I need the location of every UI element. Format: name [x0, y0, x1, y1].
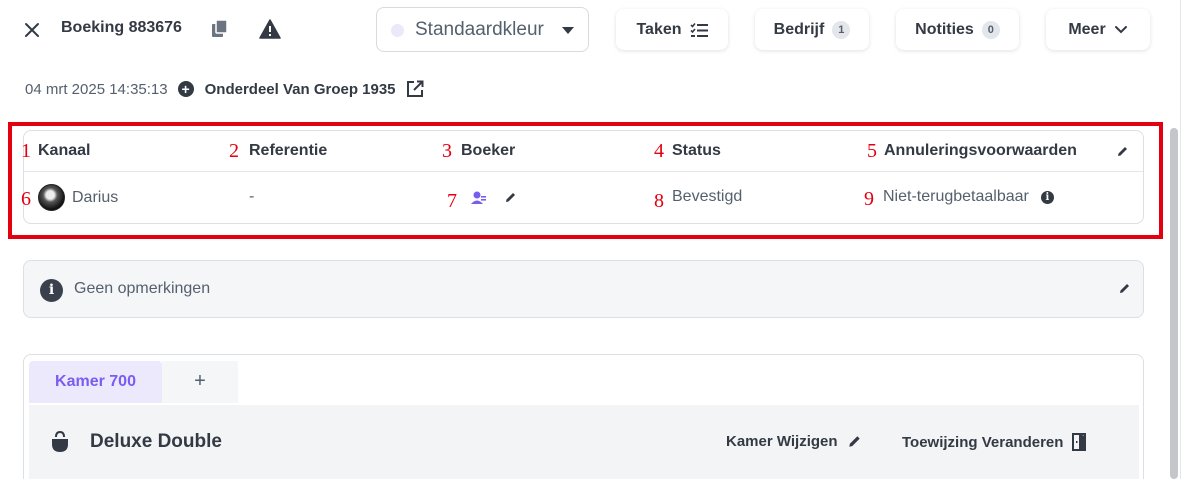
chevron-down-icon [1114, 25, 1127, 33]
change-assignment-button[interactable]: Toewijzing Veranderen [902, 433, 1087, 451]
pencil-icon[interactable] [1116, 145, 1129, 158]
booking-subheader: 04 mrt 2025 14:35:13 + Onderdeel Van Gro… [25, 80, 424, 98]
column-header-kanaal: Kanaal [38, 142, 91, 159]
change-room-button[interactable]: Kamer Wijzigen [726, 433, 862, 450]
close-icon[interactable] [22, 20, 42, 40]
annotation-number: 5 [867, 140, 877, 162]
annotation-number: 8 [654, 190, 664, 212]
column-header-annulering: Annuleringsvoorwaarden [884, 142, 1077, 159]
remarks-panel[interactable]: i Geen opmerkingen [23, 260, 1144, 318]
kanaal-value: Darius [38, 184, 118, 211]
pencil-icon [848, 436, 860, 447]
pencil-icon[interactable] [504, 191, 517, 204]
room-type-icon [52, 431, 68, 452]
tab-room[interactable]: Kamer 700 [29, 361, 162, 403]
tasks-button-label: Taken [636, 20, 682, 38]
kanaal-value-text: Darius [72, 188, 119, 206]
right-gutter [1180, 0, 1196, 479]
room-detail: Deluxe Double Kamer Wijzigen Toewijzing … [29, 405, 1139, 479]
color-dot-icon [391, 24, 404, 37]
annotation-number: 2 [229, 140, 239, 162]
booking-date: 04 mrt 2025 14:35:13 [25, 80, 168, 98]
company-button[interactable]: Bedrijf 1 [755, 9, 869, 50]
annotation-number: 9 [864, 188, 874, 210]
annulering-value-text: Niet-terugbetaalbaar [883, 188, 1029, 205]
annulering-value: Niet-terugbetaalbaar i [883, 188, 1054, 206]
company-count-badge: 1 [832, 20, 851, 39]
copy-icon[interactable] [210, 19, 230, 39]
annotation-number: 6 [21, 188, 31, 210]
annotation-number: 3 [442, 140, 452, 162]
referentie-value: - [249, 188, 255, 205]
more-button[interactable]: Meer [1046, 9, 1150, 50]
column-header-status: Status [672, 142, 721, 159]
external-link-icon[interactable] [406, 80, 424, 98]
notes-button-label: Notities [915, 20, 974, 38]
channel-avatar [38, 184, 65, 211]
booking-title: Boeking 883676 [61, 19, 182, 36]
caret-down-icon [562, 27, 574, 34]
scrollbar-thumb[interactable] [1170, 128, 1178, 479]
remarks-text: Geen opmerkingen [74, 280, 211, 297]
info-icon[interactable]: i [1040, 190, 1054, 204]
column-header-referentie: Referentie [249, 142, 328, 159]
status-value: Bevestigd [672, 188, 743, 205]
task-list-icon [689, 22, 708, 37]
booking-info-card: 1 Kanaal 2 Referentie 3 Boeker 4 Status … [21, 130, 1144, 224]
info-divider [24, 171, 1143, 172]
more-button-label: Meer [1068, 20, 1106, 38]
add-room-tab[interactable]: + [162, 361, 238, 403]
annotation-number: 7 [447, 190, 457, 212]
add-booker-icon[interactable] [471, 191, 486, 204]
info-icon: i [40, 279, 63, 302]
annotation-number: 1 [21, 140, 31, 162]
annotation-number: 4 [654, 140, 664, 162]
pencil-icon[interactable] [1118, 282, 1131, 295]
add-circle-icon[interactable]: + [177, 81, 194, 97]
room-name: Deluxe Double [90, 431, 222, 452]
change-assignment-label: Toewijzing Veranderen [902, 433, 1064, 451]
group-link[interactable]: Onderdeel Van Groep 1935 [205, 81, 396, 98]
tasks-button[interactable]: Taken [616, 9, 728, 50]
color-select[interactable]: Standaardkleur [376, 7, 589, 52]
change-room-label: Kamer Wijzigen [726, 433, 838, 450]
warning-icon[interactable] [259, 19, 281, 39]
booking-header: Boeking 883676 Standaardkleur Taken Bedr… [0, 0, 1170, 60]
color-select-value: Standaardkleur [415, 19, 544, 40]
notes-button[interactable]: Notities 0 [896, 9, 1019, 50]
column-header-boeker: Boeker [461, 142, 516, 159]
rooms-panel: Kamer 700 + Deluxe Double Kamer Wijzigen… [23, 354, 1144, 479]
door-icon [1072, 433, 1087, 451]
company-button-label: Bedrijf [773, 20, 825, 38]
notes-count-badge: 0 [981, 20, 1000, 39]
